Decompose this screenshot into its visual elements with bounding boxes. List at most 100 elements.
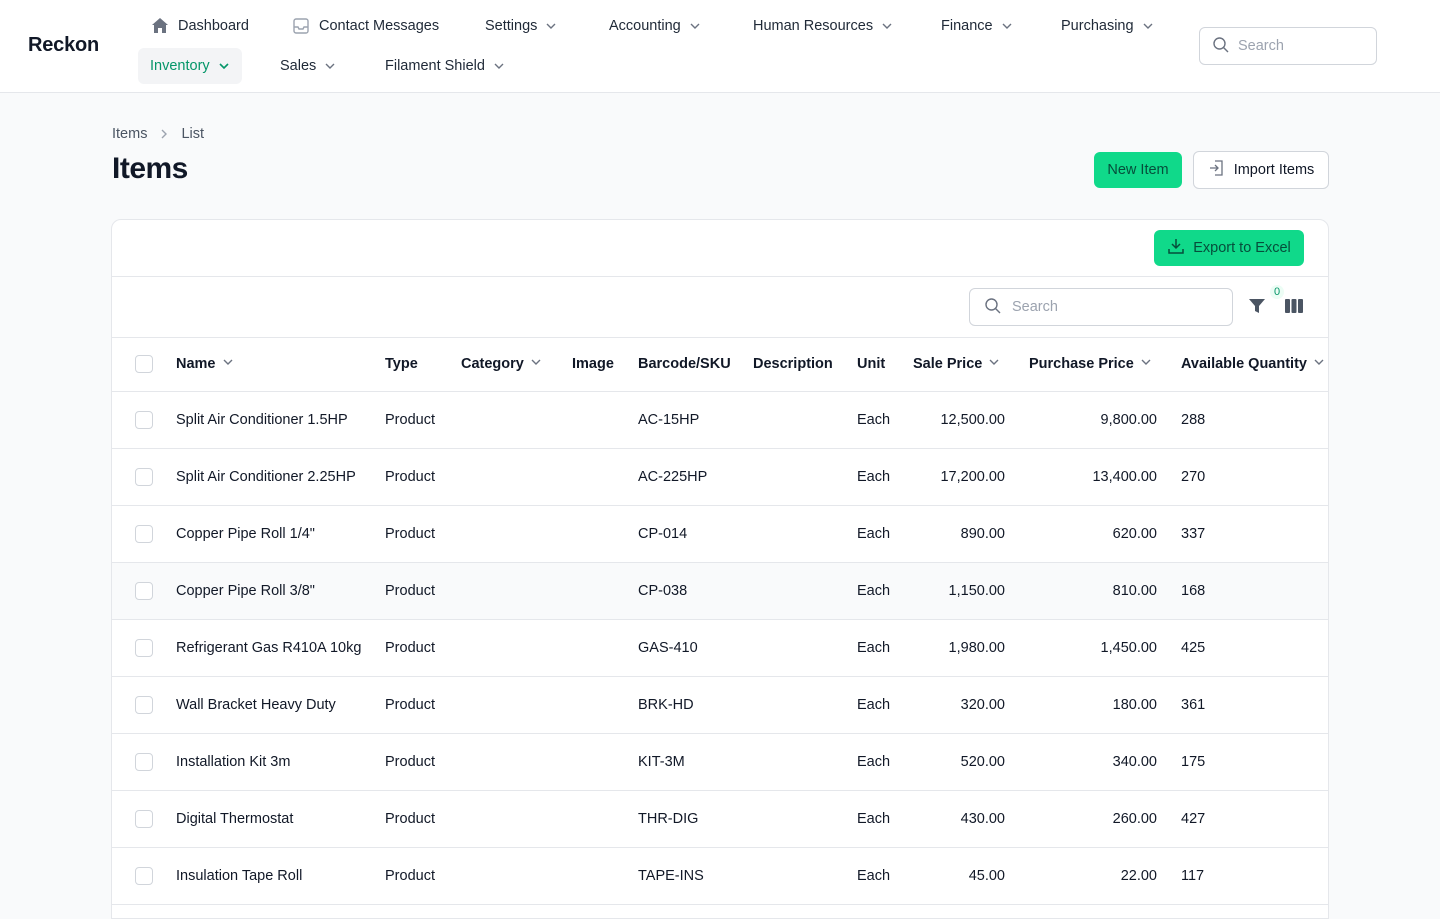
table-row[interactable]: Split Air Conditioner 2.25HP Product AC-22… xyxy=(112,448,1328,506)
cell-name[interactable]: Copper Pipe Roll 1/4" xyxy=(176,505,385,563)
chevron-down-icon xyxy=(988,356,1000,372)
cell-available-quantity: 361 xyxy=(1157,676,1328,734)
table-row[interactable]: Digital Thermostat Product THR-DIG Each 430.… xyxy=(112,790,1328,848)
nav-filament-shield[interactable]: Filament Shield xyxy=(373,48,517,84)
nav-finance[interactable]: Finance xyxy=(929,8,1025,44)
brand-logo[interactable]: Reckon xyxy=(28,34,99,57)
table-row[interactable]: Copper Pipe Roll 3/8" Product CP-038 Each 1,… xyxy=(112,562,1328,620)
cell-sale-price: 320.00 xyxy=(913,676,1005,734)
cell-description xyxy=(753,847,857,905)
cell-name[interactable]: Split Air Conditioner 2.25HP xyxy=(176,448,385,506)
nav-label: Inventory xyxy=(150,58,210,74)
row-checkbox[interactable] xyxy=(135,866,153,885)
column-header-sale-price[interactable]: Sale Price xyxy=(913,338,1005,392)
column-header-barcode: Barcode/SKU xyxy=(638,338,753,392)
breadcrumb-items-link[interactable]: Items xyxy=(112,126,147,142)
chevron-down-icon xyxy=(530,356,542,372)
breadcrumb-current: List xyxy=(181,126,205,142)
cell-image xyxy=(572,676,638,734)
column-header-available-quantity[interactable]: Available Quantity xyxy=(1157,338,1328,392)
export-label: Export to Excel xyxy=(1193,240,1291,256)
row-select-cell xyxy=(112,562,176,620)
column-header-category[interactable]: Category xyxy=(461,338,572,392)
columns-toggle-icon[interactable] xyxy=(1284,296,1306,318)
cell-name[interactable]: Wall Bracket Heavy Duty xyxy=(176,676,385,734)
table-search[interactable] xyxy=(969,288,1233,326)
cell-name[interactable]: Split Air Conditioner 1.5HP xyxy=(176,391,385,449)
nav-purchasing[interactable]: Purchasing xyxy=(1049,8,1166,44)
global-search-input[interactable] xyxy=(1238,38,1358,54)
cell-unit: Each xyxy=(857,733,913,791)
export-excel-button[interactable]: Export to Excel xyxy=(1154,230,1304,266)
nav-label: Settings xyxy=(485,18,538,34)
cell-name[interactable]: Refrigerant Gas R410A 10kg xyxy=(176,619,385,677)
cell-category xyxy=(461,847,572,905)
nav-human-resources[interactable]: Human Resources xyxy=(741,8,905,44)
nav-label: Finance xyxy=(941,18,993,34)
cell-name[interactable]: Installation Kit 3m xyxy=(176,733,385,791)
cell-category xyxy=(461,619,572,677)
row-checkbox[interactable] xyxy=(135,809,153,828)
table-row[interactable]: Wall Bracket Heavy Duty Product BRK-HD Each… xyxy=(112,676,1328,734)
cell-purchase-price: 260.00 xyxy=(1005,790,1157,848)
inbox-icon xyxy=(291,16,311,36)
chevron-down-icon xyxy=(1142,20,1154,32)
row-checkbox[interactable] xyxy=(135,410,153,429)
row-checkbox[interactable] xyxy=(135,695,153,714)
select-all-checkbox[interactable] xyxy=(135,355,153,374)
cell-description xyxy=(753,619,857,677)
nav-dashboard[interactable]: Dashboard xyxy=(138,8,261,44)
row-checkbox[interactable] xyxy=(135,638,153,657)
table-row[interactable]: Installation Kit 3m Product KIT-3M Each 520.… xyxy=(112,733,1328,791)
cell-available-quantity: 168 xyxy=(1157,562,1328,620)
cell-image xyxy=(572,448,638,506)
table-header-row: Name Type Category Image Barcode/SKU Des… xyxy=(112,338,1328,392)
cell-category xyxy=(461,562,572,620)
table-row[interactable]: Insulation Tape Roll Product TAPE-INS Each 4… xyxy=(112,847,1328,905)
cell-purchase-price: 9,800.00 xyxy=(1005,391,1157,449)
cell-unit: Each xyxy=(857,448,913,506)
table-search-row: 0 xyxy=(112,277,1328,338)
search-icon xyxy=(1212,36,1230,57)
cell-name[interactable]: Copper Pipe Roll 3/8" xyxy=(176,562,385,620)
chevron-down-icon xyxy=(689,20,701,32)
new-item-button[interactable]: New Item xyxy=(1094,152,1182,188)
table-search-input[interactable] xyxy=(1012,299,1212,315)
cell-type: Product xyxy=(385,790,461,848)
global-search[interactable] xyxy=(1199,27,1377,65)
cell-name[interactable]: Insulation Tape Roll xyxy=(176,847,385,905)
cell-sale-price: 12,500.00 xyxy=(913,391,1005,449)
column-header-description: Description xyxy=(753,338,857,392)
cell-unit: Each xyxy=(857,619,913,677)
column-header-name[interactable]: Name xyxy=(176,338,385,392)
chevron-down-icon xyxy=(324,60,336,72)
nav-settings[interactable]: Settings xyxy=(473,8,569,44)
table-row[interactable]: Split Air Conditioner 1.5HP Product AC-15H… xyxy=(112,391,1328,449)
row-checkbox[interactable] xyxy=(135,467,153,486)
nav-sales[interactable]: Sales xyxy=(268,48,348,84)
cell-image xyxy=(572,619,638,677)
nav-contact-messages[interactable]: Contact Messages xyxy=(279,8,451,44)
cell-name[interactable]: Digital Thermostat xyxy=(176,790,385,848)
filter-icon[interactable] xyxy=(1247,296,1269,318)
cell-available-quantity: 117 xyxy=(1157,847,1328,905)
cell-sku: TAPE-INS xyxy=(638,847,753,905)
import-items-button[interactable]: Import Items xyxy=(1193,151,1329,189)
cell-description xyxy=(753,733,857,791)
row-checkbox[interactable] xyxy=(135,524,153,543)
row-checkbox[interactable] xyxy=(135,752,153,771)
column-header-purchase-price[interactable]: Purchase Price xyxy=(1005,338,1157,392)
table-row[interactable]: Refrigerant Gas R410A 10kg Product GAS-410… xyxy=(112,619,1328,677)
select-all-cell xyxy=(112,338,176,392)
nav-accounting[interactable]: Accounting xyxy=(597,8,713,44)
cell-sku: THR-DIG xyxy=(638,790,753,848)
cell-sale-price: 890.00 xyxy=(913,505,1005,563)
cell-purchase-price: 13,400.00 xyxy=(1005,448,1157,506)
row-select-cell xyxy=(112,619,176,677)
row-checkbox[interactable] xyxy=(135,581,153,600)
chevron-down-icon xyxy=(222,356,234,372)
cell-unit: Each xyxy=(857,562,913,620)
table-row[interactable]: Copper Pipe Roll 1/4" Product CP-014 Each 89… xyxy=(112,505,1328,563)
chevron-down-icon xyxy=(881,20,893,32)
nav-inventory[interactable]: Inventory xyxy=(138,48,242,84)
